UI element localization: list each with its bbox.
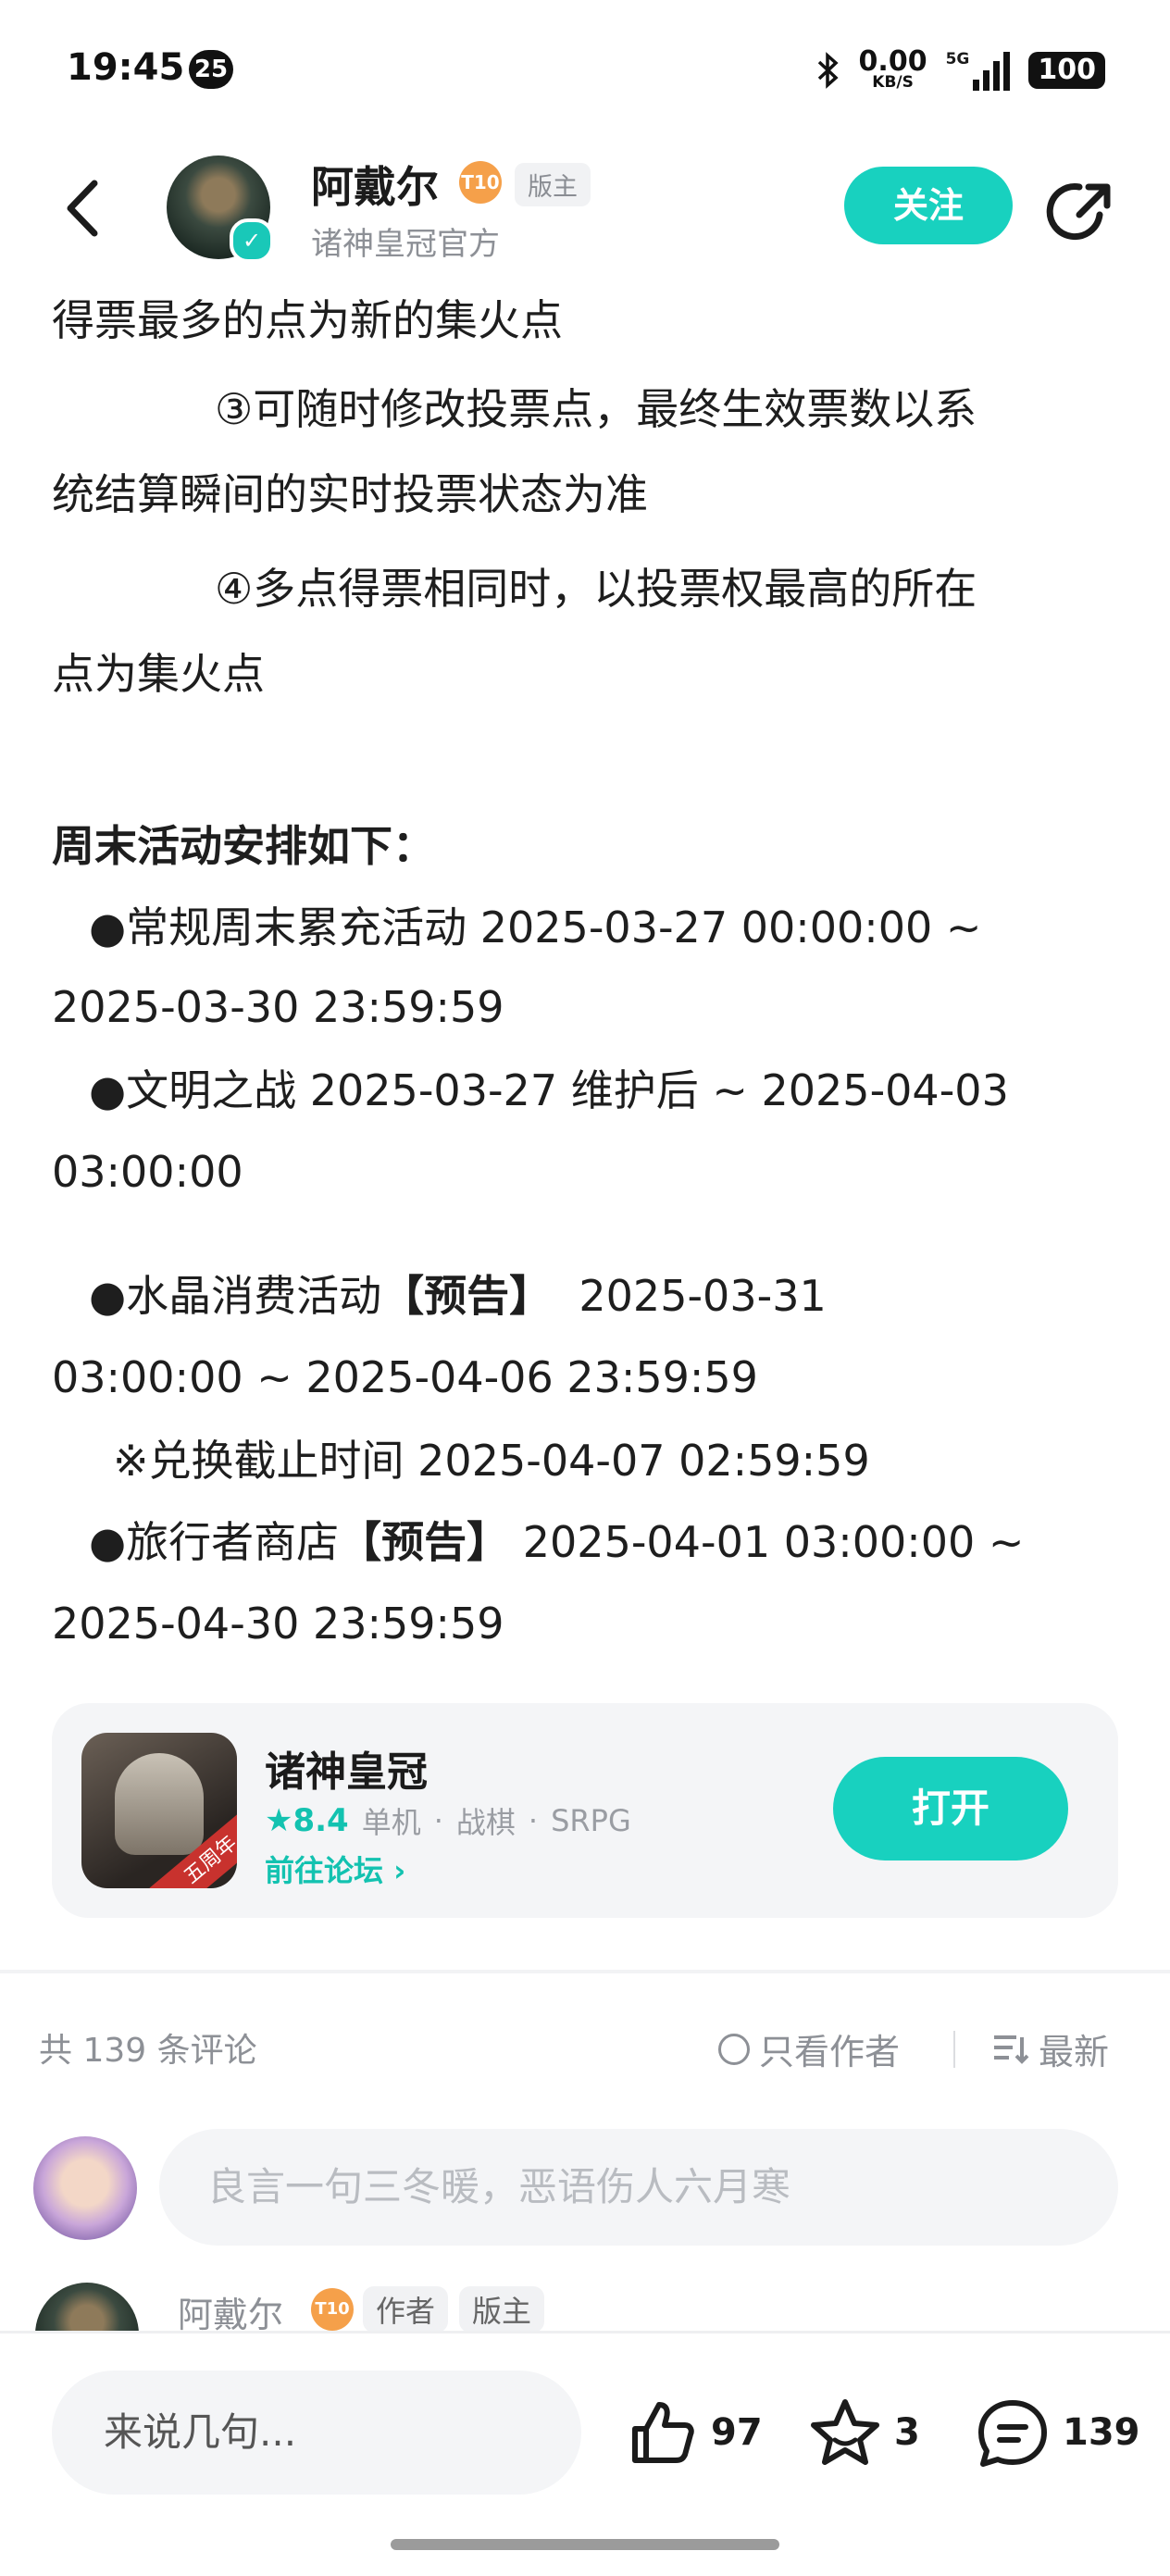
status-bar: 19:45 25 0.00 KB/S 5G 100: [0, 0, 1170, 139]
author-avatar[interactable]: ✓: [167, 156, 274, 263]
status-time: 19:45: [67, 46, 185, 89]
chevron-right-icon: ›: [393, 1853, 406, 1888]
article-line: ※兑换截止时间 2025-04-07 02:59:59: [113, 1436, 870, 1486]
status-icons: 0.00 KB/S 5G 100: [816, 43, 1105, 98]
comment-button[interactable]: 139: [976, 2391, 1140, 2474]
article-line: ④多点得票相同时，以投票权最高的所在: [215, 564, 977, 614]
article-line: 统结算瞬间的实时投票状态为准: [52, 469, 648, 519]
article-line: 得票最多的点为新的集火点: [52, 295, 563, 345]
reply-input[interactable]: 来说几句...: [52, 2371, 581, 2495]
comment-count: 共 139 条评论: [39, 2032, 257, 2070]
article-line: ③可随时修改投票点，最终生效票数以系: [215, 384, 977, 434]
genre-tag: SRPG: [551, 1803, 631, 1838]
only-author-toggle[interactable]: 只看作者: [718, 2023, 900, 2074]
sort-list-icon: [994, 2035, 1029, 2064]
author-name[interactable]: 阿戴尔: [311, 154, 439, 215]
comment-bubble-icon: [978, 2400, 1047, 2467]
open-app-button[interactable]: 打开: [833, 1757, 1068, 1860]
notification-count-badge: 25: [189, 50, 233, 89]
thumbs-up-icon: [632, 2402, 694, 2463]
game-app-icon: 五周年: [81, 1733, 237, 1888]
preview-tag: 【预告】: [339, 1517, 510, 1567]
bottom-action-bar: 来说几句... 97 3 139: [0, 2331, 1170, 2576]
preview-tag: 【预告】: [381, 1271, 553, 1321]
section-heading: 周末活动安排如下：: [52, 821, 435, 871]
article-line: 点为集火点: [52, 649, 265, 699]
comment-count-bottom: 139: [1063, 2411, 1140, 2454]
commenter-name[interactable]: 阿戴尔: [178, 2286, 283, 2337]
favorite-count: 3: [894, 2411, 920, 2454]
like-button[interactable]: 97: [628, 2391, 763, 2474]
like-count: 97: [711, 2411, 763, 2454]
article-line: ●常规周末累充活动 2025-03-27 00:00:00 ~: [89, 902, 982, 952]
article-line: 03:00:00 ~ 2025-04-06 23:59:59: [52, 1352, 758, 1402]
network-speed: 0.00 KB/S: [858, 45, 927, 92]
game-name: 诸神皇冠: [265, 1748, 428, 1796]
genre-tag: 单机: [361, 1805, 421, 1840]
article-line: 2025-03-30 23:59:59: [52, 982, 504, 1032]
star-outline-icon: [811, 2399, 879, 2465]
divider: [953, 2031, 955, 2068]
article-line: ●旅行者商店【预告】 2025-04-01 03:00:00 ~: [89, 1517, 1025, 1567]
signal-5g-icon: 5G: [946, 50, 1011, 91]
section-divider: [0, 1970, 1170, 1973]
battery-indicator: 100: [1028, 52, 1105, 89]
user-avatar: [33, 2136, 137, 2240]
home-indicator[interactable]: [391, 2539, 779, 2550]
game-meta: ★8.4 单机 · 战棋 · SRPG: [265, 1799, 631, 1842]
moderator-tag: 版主: [459, 2286, 545, 2333]
radio-circle-icon: [718, 2033, 750, 2065]
game-app-card[interactable]: 五周年 诸神皇冠 ★8.4 单机 · 战棋 · SRPG 前往论坛 › 打开: [52, 1703, 1118, 1918]
rating: ★8.4: [265, 1802, 349, 1839]
article-line: 03:00:00: [52, 1147, 243, 1197]
comment-input[interactable]: 良言一句三冬暖，恶语伤人六月寒: [159, 2129, 1118, 2246]
forum-link[interactable]: 前往论坛 ›: [265, 1848, 405, 1890]
sort-toggle[interactable]: 最新: [992, 2023, 1109, 2074]
star-icon: ★: [265, 1802, 293, 1839]
follow-button[interactable]: 关注: [844, 167, 1013, 244]
level-badge: T10: [459, 161, 502, 204]
bluetooth-icon: [817, 52, 839, 89]
article-line: 2025-04-30 23:59:59: [52, 1599, 504, 1649]
favorite-button[interactable]: 3: [809, 2391, 920, 2474]
article-line: ●水晶消费活动【预告】 2025-03-31: [89, 1271, 827, 1321]
article-line: ●文明之战 2025-03-27 维护后 ~ 2025-04-03: [89, 1065, 1009, 1115]
post-header: ✓ 阿戴尔 T10 版主 诸神皇冠官方 关注: [0, 148, 1170, 268]
back-arrow-icon[interactable]: [57, 176, 113, 241]
author-subtitle: 诸神皇冠官方: [311, 226, 500, 263]
level-badge: T10: [311, 2288, 354, 2331]
moderator-tag: 版主: [515, 163, 591, 206]
share-icon[interactable]: [1046, 174, 1120, 248]
verified-check-icon: ✓: [230, 218, 274, 263]
genre-tag: 战棋: [455, 1805, 516, 1840]
author-tag: 作者: [363, 2286, 449, 2333]
armor-helmet-icon: [115, 1753, 204, 1855]
